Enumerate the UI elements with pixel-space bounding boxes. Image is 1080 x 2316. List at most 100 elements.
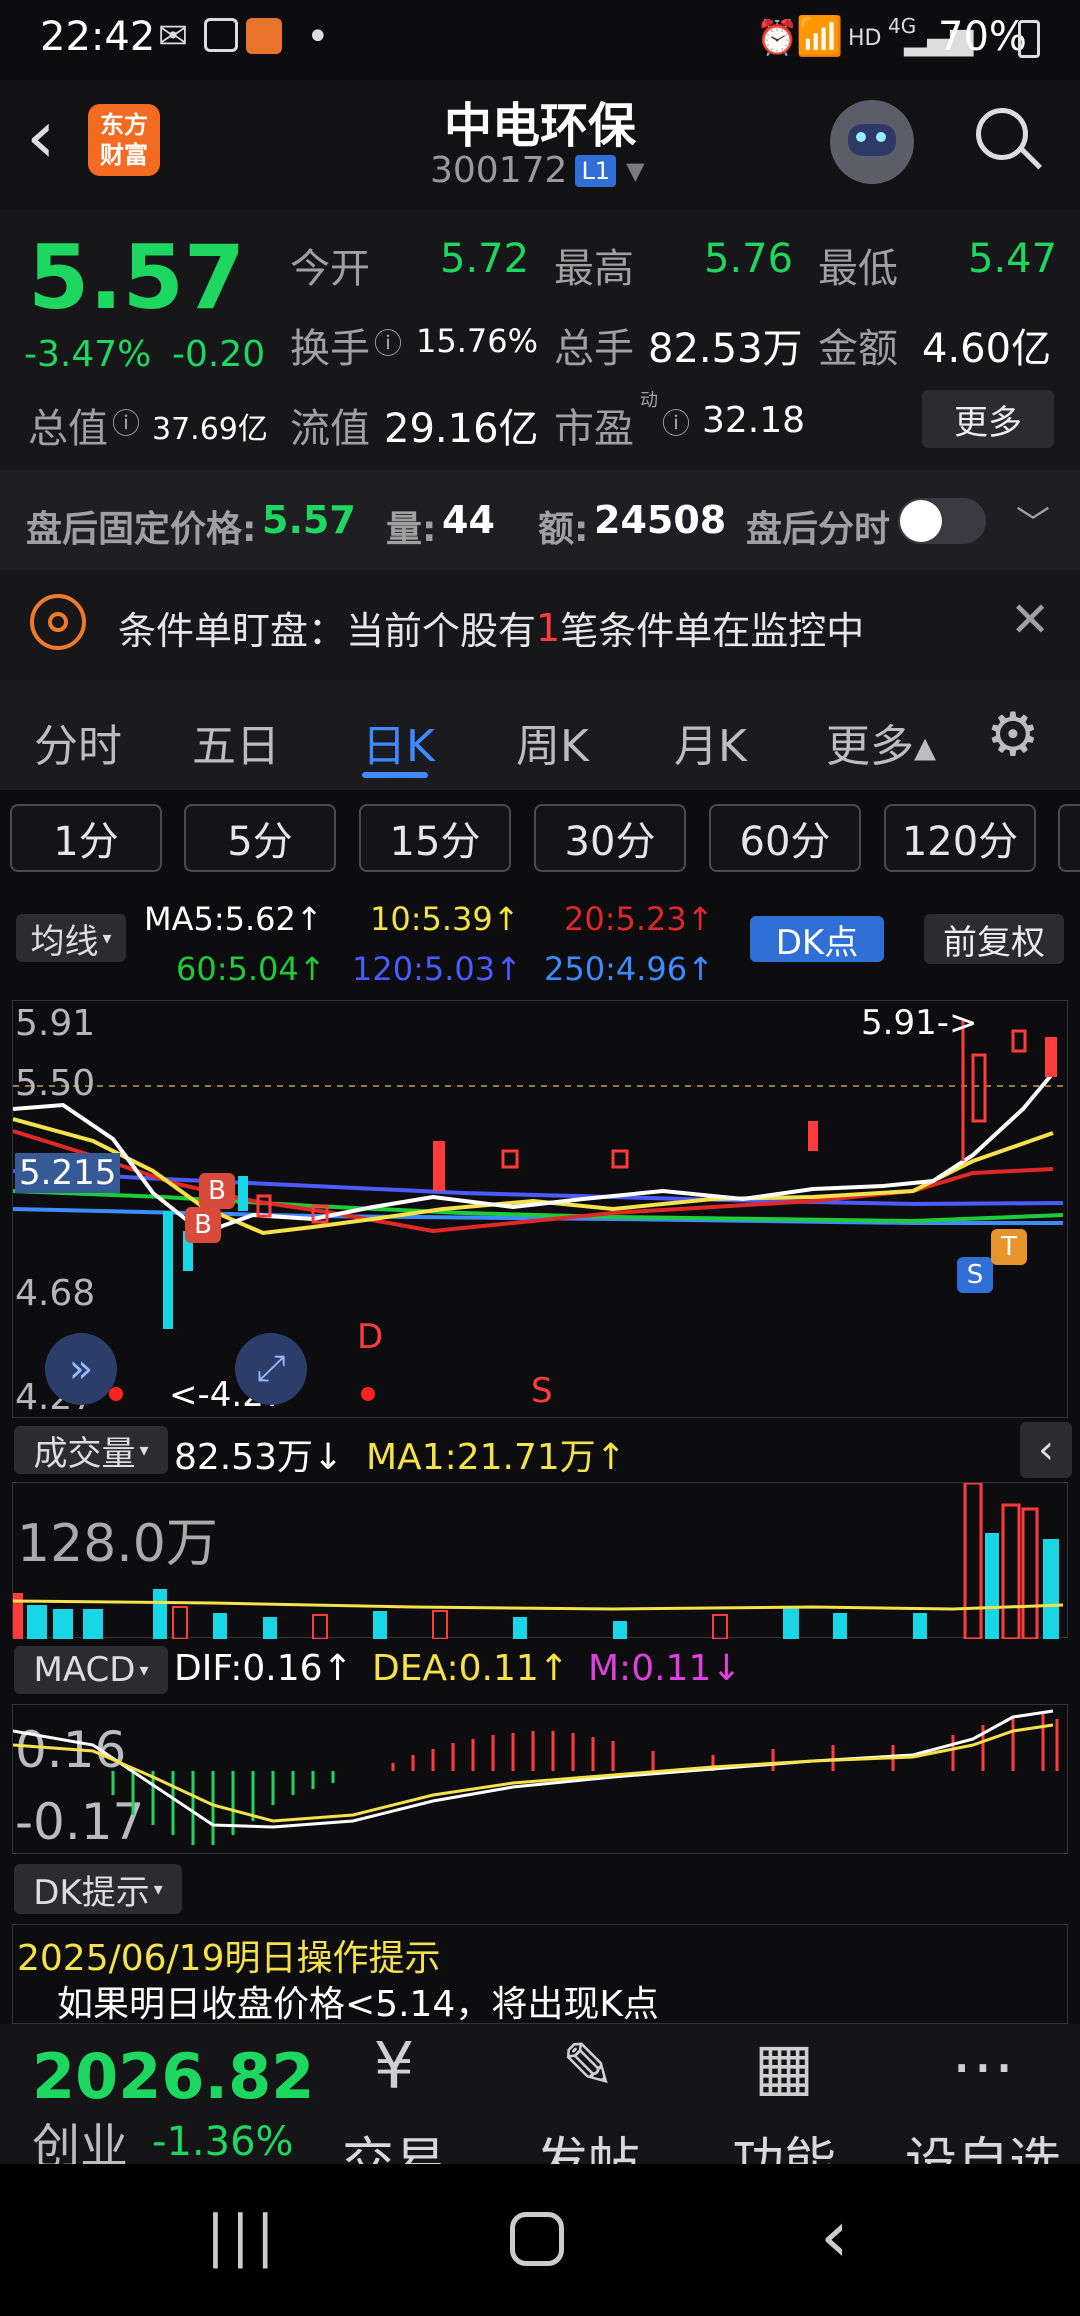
period-60min[interactable]: 60分 bbox=[709, 804, 861, 872]
ma-selector-label: 均线 bbox=[30, 921, 99, 962]
collapse-panel-button[interactable]: ‹ bbox=[1020, 1422, 1072, 1478]
notice-text: 条件单盯盘：当前个股有 1 笔条件单在监控中 bbox=[118, 600, 864, 655]
notice-text-after: 笔条件单在监控中 bbox=[560, 609, 865, 653]
info-icon[interactable]: ⓘ bbox=[374, 322, 402, 362]
sell-marker[interactable]: S bbox=[957, 1257, 993, 1293]
chevron-down-icon[interactable]: ﹀ bbox=[1016, 496, 1050, 545]
robot-assistant-avatar[interactable] bbox=[830, 100, 914, 184]
stock-code-row[interactable]: 300172 L1 ▼ bbox=[430, 150, 645, 191]
after-hours-price: 5.57 bbox=[262, 498, 356, 542]
tab-weekly-k[interactable]: 周K bbox=[516, 710, 589, 774]
stock-code: 300172 bbox=[430, 150, 568, 191]
dk-tips-selector-label: DK提示 bbox=[33, 1872, 150, 1913]
ma5-value: MA5:5.62↑ bbox=[144, 900, 323, 938]
red-dot bbox=[109, 1387, 123, 1401]
adjust-button[interactable]: 前复权 bbox=[924, 914, 1064, 964]
volume-selector-label: 成交量 bbox=[33, 1433, 136, 1474]
gear-icon[interactable]: ⚙ bbox=[986, 700, 1040, 770]
period-overflow[interactable] bbox=[1058, 804, 1080, 872]
after-hours-label: 盘后固定价格: bbox=[26, 509, 257, 550]
low-label: 最低 bbox=[818, 246, 898, 292]
more-button[interactable]: 更多 bbox=[922, 390, 1054, 448]
macd-selector[interactable]: MACD ▾ bbox=[14, 1646, 168, 1694]
high-price-tag: 5.91-> bbox=[861, 1003, 978, 1043]
close-icon[interactable]: ✕ bbox=[1010, 592, 1050, 648]
dk-tips-selector[interactable]: DK提示 ▾ bbox=[14, 1864, 182, 1914]
stock-name: 中电环保 bbox=[443, 98, 636, 154]
volume-ma-line bbox=[13, 1599, 1064, 1611]
dk-tips-panel: 2025/06/19明日操作提示 如果明日收盘价格<5.14，将出现K点 bbox=[12, 1924, 1068, 2025]
chart-tabs: 分时 五日 日K 周K 月K 更多▴ ⚙ bbox=[0, 680, 1080, 790]
period-selector: 1分 5分 15分 30分 60分 120分 bbox=[0, 790, 1080, 890]
after-hours-amt-label: 额: bbox=[538, 509, 589, 550]
battery-percent: 70% bbox=[938, 14, 1027, 60]
hd-label: HD bbox=[848, 26, 882, 51]
high-label: 最高 bbox=[554, 246, 634, 292]
tab-five-day[interactable]: 五日 bbox=[192, 710, 280, 774]
macd-legend: MACD ▾ DIF:0.16↑ DEA:0.11↑ M:0.11↓ bbox=[0, 1640, 1080, 1702]
back-nav-icon[interactable]: ‹ bbox=[820, 2194, 849, 2278]
ma120-value: 120:5.03↑ bbox=[352, 950, 522, 988]
condition-order-notice[interactable]: 条件单盯盘：当前个股有 1 笔条件单在监控中 ✕ bbox=[0, 570, 1080, 680]
ma-selector[interactable]: 均线 ▾ bbox=[16, 914, 126, 962]
tab-daily-k[interactable]: 日K bbox=[362, 710, 435, 774]
change-amount: -0.20 bbox=[172, 334, 266, 375]
mktcap-label: 总值 bbox=[28, 406, 108, 452]
battery-icon bbox=[1018, 20, 1040, 58]
yen-icon: ¥ bbox=[373, 2030, 415, 2104]
change-percent: -3.47% bbox=[24, 334, 152, 375]
ma-legend: 均线 ▾ MA5:5.62↑ 10:5.39↑ 20:5.23↑ 60:5.04↑… bbox=[0, 890, 1080, 1000]
tab-intraday[interactable]: 分时 bbox=[34, 710, 122, 774]
home-icon[interactable] bbox=[510, 2212, 564, 2266]
info-icon[interactable]: ⓘ bbox=[662, 402, 690, 442]
volume-label: 总手 bbox=[554, 326, 634, 372]
period-30min[interactable]: 30分 bbox=[534, 804, 686, 872]
pe-value: 32.18 bbox=[702, 400, 806, 441]
period-15min[interactable]: 15分 bbox=[359, 804, 511, 872]
after-hours-toggle[interactable] bbox=[898, 498, 986, 544]
t-marker[interactable]: T bbox=[991, 1229, 1027, 1265]
alarm-icon: ⏰ bbox=[756, 18, 799, 58]
level-badge: L1 bbox=[575, 154, 617, 187]
macd-selector-label: MACD bbox=[33, 1650, 136, 1690]
buy-marker[interactable]: B bbox=[199, 1173, 235, 1209]
current-price-tag: 5.215 bbox=[15, 1153, 121, 1193]
after-hours-vol: 44 bbox=[442, 498, 495, 542]
kline-svg bbox=[13, 1021, 1069, 1329]
volume-bars bbox=[13, 1483, 1059, 1639]
macd-dea: DEA:0.11↑ bbox=[372, 1648, 569, 1689]
pe-label: 市盈 bbox=[554, 406, 634, 452]
open-label: 今开 bbox=[290, 246, 370, 292]
tab-monthly-k[interactable]: 月K bbox=[674, 710, 747, 774]
expand-icon[interactable]: » bbox=[45, 1333, 117, 1405]
quote-panel: 5.57 -3.47% -0.20 今开 5.72 最高 5.76 最低 5.4… bbox=[0, 210, 1080, 470]
after-hours-amt: 24508 bbox=[594, 498, 727, 542]
macd-dif: DIF:0.16↑ bbox=[174, 1648, 353, 1689]
notice-count: 1 bbox=[536, 605, 561, 650]
buy-marker[interactable]: B bbox=[185, 1207, 221, 1243]
period-120min[interactable]: 120分 bbox=[884, 804, 1036, 872]
s-marker: S bbox=[531, 1371, 553, 1411]
wechat-icon: ✉ bbox=[158, 16, 189, 57]
more-icon: ⋯ bbox=[951, 2030, 1015, 2104]
volume-legend: 成交量 ▾ 82.53万↓ MA1:21.71万↑ ‹ bbox=[0, 1420, 1080, 1480]
volume-value: 82.53万 bbox=[648, 326, 803, 372]
tab-more[interactable]: 更多▴ bbox=[826, 710, 936, 774]
fullscreen-icon[interactable]: ⤢ bbox=[235, 1333, 307, 1405]
tab-indicator bbox=[362, 772, 428, 778]
index-ticker[interactable]: 2026.82 创业 -1.36% bbox=[32, 2040, 332, 2177]
volume-selector[interactable]: 成交量 ▾ bbox=[14, 1426, 168, 1474]
ma20-value: 20:5.23↑ bbox=[564, 900, 714, 938]
pe-sup: 动 bbox=[640, 390, 658, 411]
period-1min[interactable]: 1分 bbox=[10, 804, 162, 872]
recent-apps-icon[interactable]: ||| bbox=[206, 2204, 281, 2269]
stock-header: ‹ 东方 财富 中电环保 300172 L1 ▼ bbox=[0, 80, 1080, 210]
amount-value: 4.60亿 bbox=[922, 326, 1052, 372]
info-icon[interactable]: ⓘ bbox=[112, 402, 140, 442]
dk-point-button[interactable]: DK点 bbox=[750, 916, 884, 963]
target-icon bbox=[30, 594, 86, 650]
mktcap-value: 37.69亿 bbox=[152, 412, 268, 447]
after-hours-vol-label: 量: bbox=[386, 509, 437, 550]
kline-chart[interactable]: 5.91 5.50 4.68 4.27 5.215 5.91-> <-4.27 … bbox=[12, 1000, 1069, 1418]
period-5min[interactable]: 5分 bbox=[184, 804, 336, 872]
